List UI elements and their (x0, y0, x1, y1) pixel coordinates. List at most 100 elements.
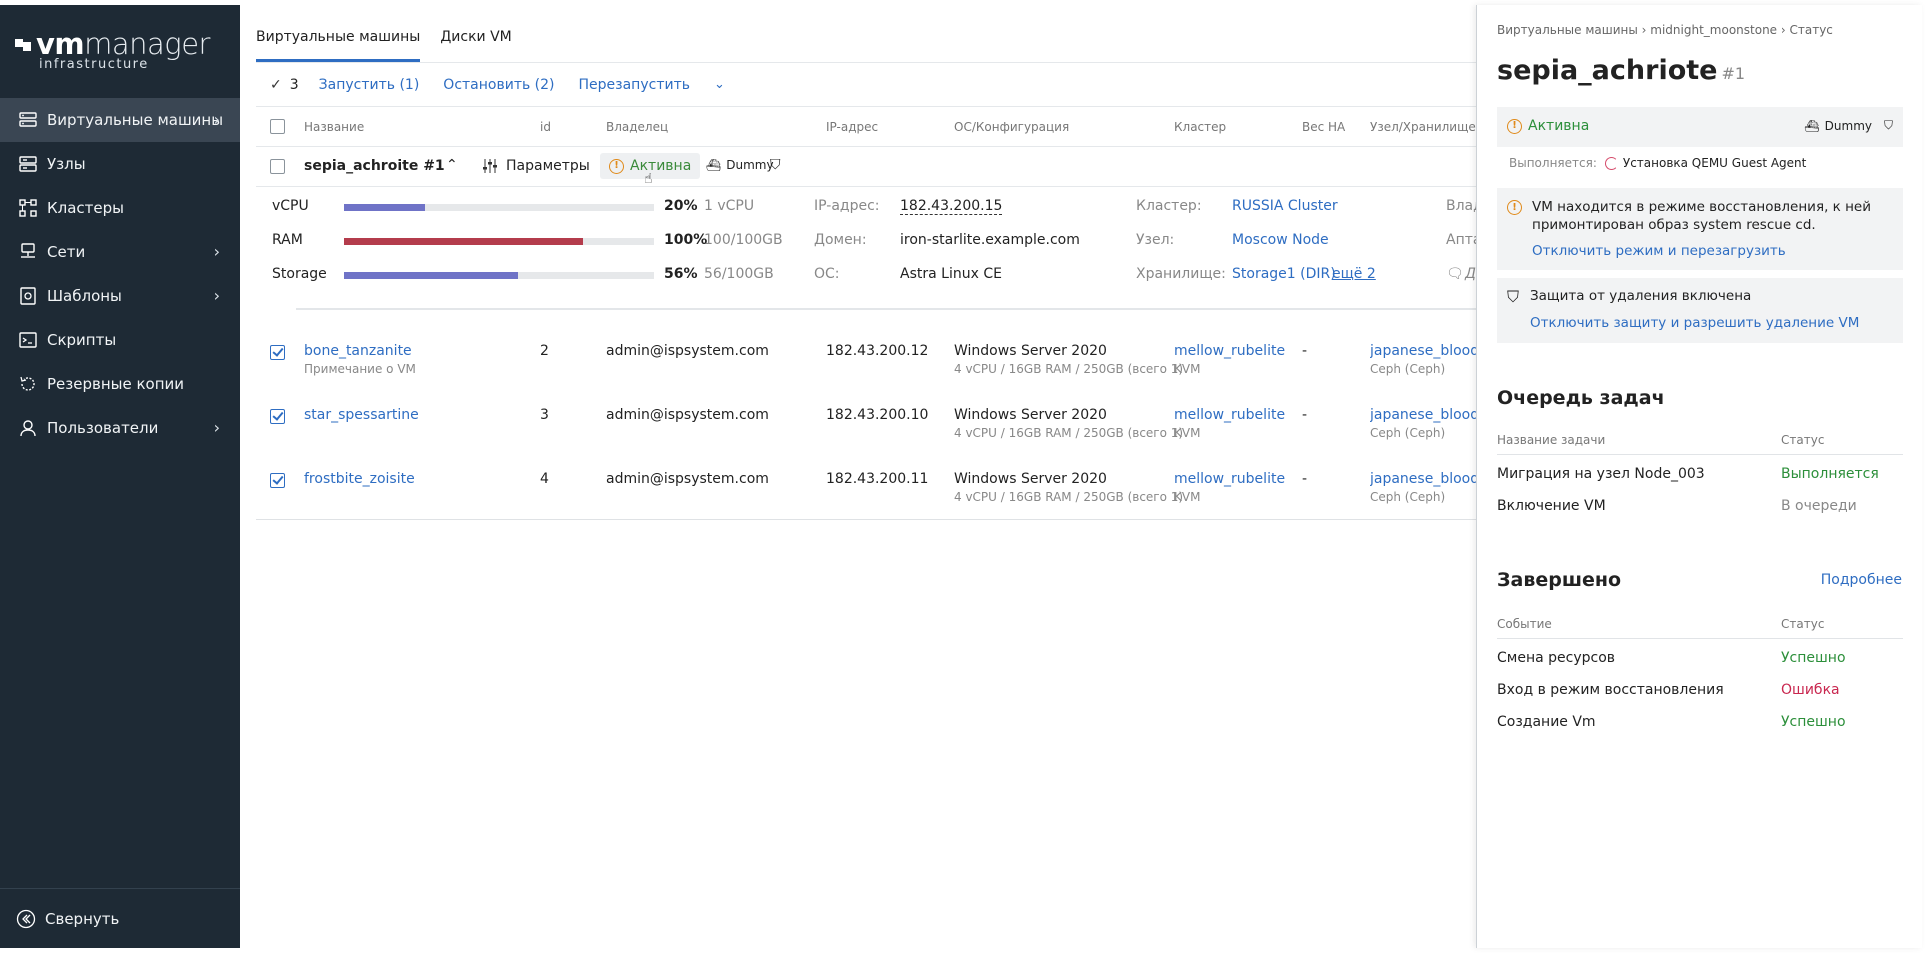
table-row[interactable]: bone_tanzanite Примечание о VM 2 admin@is… (256, 327, 1476, 391)
vm-node-link[interactable]: japanese_bloodstor (1370, 407, 1476, 423)
logo-mark-icon (15, 37, 33, 51)
collapse-icon (16, 909, 36, 929)
check-icon: ✓ (270, 76, 282, 93)
expanded-vm-name[interactable]: sepia_achroite #1 (304, 158, 445, 174)
header-ip[interactable]: IP-адрес (826, 120, 878, 134)
sidebar-item-templates[interactable]: Шаблоны › (0, 274, 240, 318)
storage-bar (344, 272, 654, 279)
disable-rescue-link[interactable]: Отключить режим и перезагрузить (1532, 243, 1786, 259)
event-name: Вход в режим восстановления (1497, 682, 1724, 698)
sidebar-item-virtual-machines[interactable]: Виртуальные машины › (0, 98, 240, 142)
completed-row: Смена ресурсов Успешно (1497, 650, 1903, 666)
vm-details: vCPU 20% 1 vCPU RAM 100% 100/100GB Stora… (256, 187, 1483, 307)
vm-cluster-link[interactable]: mellow_rubelite (1174, 343, 1285, 359)
server-icon (18, 110, 38, 130)
selected-count: 3 (289, 76, 299, 93)
ip-address-value[interactable]: 182.43.200.15 (900, 198, 1003, 215)
header-name[interactable]: Название (304, 120, 364, 134)
header-ha-weight[interactable]: Вес HA (1302, 120, 1345, 134)
comment-icon[interactable]: 🗨 (1446, 266, 1464, 282)
vm-os: Windows Server 2020 (954, 471, 1107, 487)
vm-node-link[interactable]: japanese_bloodstor (1370, 471, 1476, 487)
parameters-button[interactable]: Параметры (482, 158, 590, 174)
rescue-box: ! VM находится в режиме восстановления, … (1497, 188, 1903, 270)
vm-node-link[interactable]: japanese_bloodstor (1370, 343, 1476, 359)
tab-virtual-machines[interactable]: Виртуальные машины (256, 5, 421, 62)
dummy-badge[interactable]: ⛴ Dummy (706, 158, 774, 172)
row-checkbox[interactable] (270, 473, 285, 488)
row-checkbox[interactable] (270, 159, 285, 174)
queue-task-status: В очереди (1781, 498, 1857, 514)
header-node-storage[interactable]: Узел/Хранилище (1370, 120, 1476, 134)
panel-title: sepia_achriote #1 (1497, 55, 1745, 86)
more-actions-icon[interactable]: ⌄ (714, 77, 725, 92)
sidebar-item-nodes[interactable]: Узлы (0, 142, 240, 186)
event-status: Успешно (1781, 714, 1846, 730)
vm-cluster-link[interactable]: mellow_rubelite (1174, 407, 1285, 423)
cluster-link[interactable]: RUSSIA Cluster (1232, 198, 1338, 214)
vm-config: 4 vCPU / 16GB RAM / 250GB (всего 1) (954, 362, 1184, 376)
sidebar-item-scripts[interactable]: Скрипты (0, 318, 240, 362)
table-row[interactable]: frostbite_zoisite 4 admin@ispsystem.com … (256, 455, 1476, 519)
completed-title: Завершено (1497, 569, 1622, 591)
chevron-right-icon: › (213, 286, 220, 305)
table-row[interactable]: star_spessartine 3 admin@ispsystem.com 1… (256, 391, 1476, 455)
vm-status-panel: Виртуальные машины › midnight_moonstone … (1476, 5, 1922, 948)
event-name: Создание Vm (1497, 714, 1596, 730)
vm-id: 2 (540, 343, 549, 359)
warning-icon: ! (609, 158, 624, 174)
info-label: ОС: (814, 266, 840, 282)
storage-link[interactable]: Storage1 (DIR) (1232, 266, 1336, 282)
sidebar-item-clusters[interactable]: Кластеры (0, 186, 240, 230)
details-link[interactable]: Подробнее (1821, 572, 1902, 588)
chevron-right-icon: › (213, 110, 220, 129)
tab-vm-disks[interactable]: Диски VM (440, 5, 511, 62)
vm-name-link[interactable]: bone_tanzanite (304, 343, 416, 359)
restart-button[interactable]: Перезапустить (579, 77, 690, 93)
vm-cluster-link[interactable]: mellow_rubelite (1174, 471, 1285, 487)
logo-vm-text: vm (36, 27, 85, 61)
node-link[interactable]: Moscow Node (1232, 232, 1329, 248)
header-cluster[interactable]: Кластер (1174, 120, 1226, 134)
vm-cluster-type: KVM (1174, 426, 1201, 440)
row-checkbox[interactable] (270, 345, 285, 360)
row-checkbox[interactable] (270, 409, 285, 424)
boat-icon: ⛴ (706, 158, 722, 172)
completed-row: Вход в режим восстановления Ошибка (1497, 682, 1903, 698)
disable-protection-link[interactable]: Отключить защиту и разрешить удаление VM (1530, 315, 1859, 331)
start-button[interactable]: Запустить (1) (319, 77, 420, 93)
vcpu-bar (344, 204, 654, 211)
selection-counter[interactable]: ✓ 3 (270, 77, 299, 93)
boat-icon: ⛴ (1804, 118, 1820, 133)
backup-icon (18, 374, 38, 394)
logo-manager-text: manager (84, 27, 210, 61)
vm-ha-weight: - (1302, 407, 1308, 423)
stop-button[interactable]: Остановить (2) (443, 77, 554, 93)
sidebar-item-networks[interactable]: Сети › (0, 230, 240, 274)
chevron-up-icon[interactable]: ⌃ (446, 157, 458, 173)
header-owner[interactable]: Владелец (606, 120, 668, 134)
resource-value: 1 vCPU (704, 198, 755, 214)
sidebar-item-users[interactable]: Пользователи › (0, 406, 240, 450)
vm-ip: 182.43.200.12 (826, 343, 929, 359)
vm-name-link[interactable]: star_spessartine (304, 407, 419, 423)
sidebar-item-label: Виртуальные машины (47, 111, 224, 129)
header-id[interactable]: id (540, 120, 551, 134)
vm-owner: admin@ispsystem.com (606, 343, 769, 359)
header-os[interactable]: ОС/Конфигурация (954, 120, 1069, 134)
vm-os: Windows Server 2020 (954, 343, 1107, 359)
sidebar-item-label: Кластеры (47, 199, 125, 217)
vmmanager-logo[interactable]: vm manager infrastructure (15, 29, 215, 75)
more-storages-link[interactable]: ещё 2 (1332, 266, 1376, 282)
toolbar: ✓ 3 Запустить (1) Остановить (2) Перезап… (256, 63, 1476, 107)
panel-dummy-label: Dummy (1824, 118, 1872, 133)
info-label: Узел: (1136, 232, 1175, 248)
os-value: Astra Linux CE (900, 266, 1002, 282)
shield-icon[interactable]: ⛉ (770, 157, 781, 173)
collapse-sidebar-button[interactable]: Свернуть (0, 888, 240, 948)
select-all-checkbox[interactable] (270, 119, 285, 134)
breadcrumb[interactable]: Виртуальные машины › midnight_moonstone … (1497, 23, 1833, 37)
completed-col-event: Событие (1497, 617, 1552, 631)
vm-name-link[interactable]: frostbite_zoisite (304, 471, 415, 487)
sidebar-item-backups[interactable]: Резервные копии (0, 362, 240, 406)
